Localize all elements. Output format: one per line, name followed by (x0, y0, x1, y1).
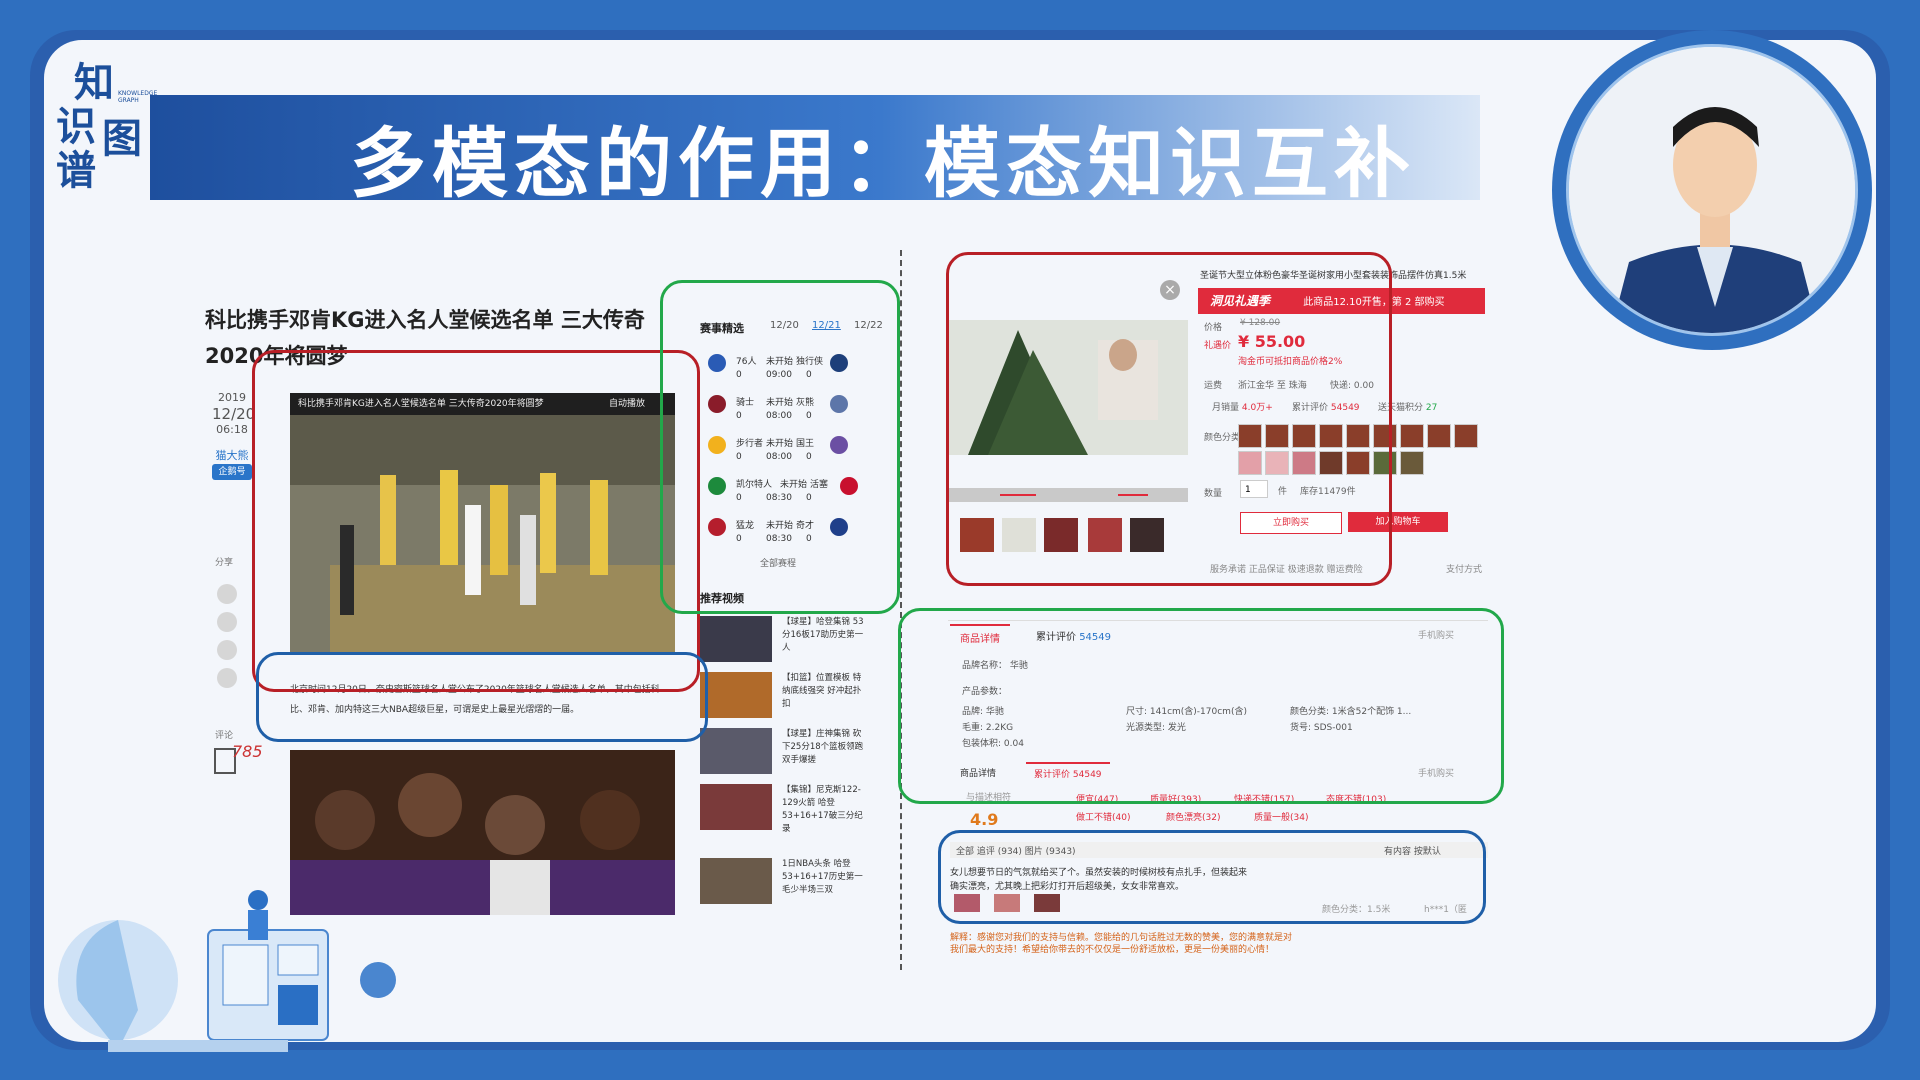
rating-score: 4.9 (970, 810, 999, 829)
color-swatch[interactable] (1400, 424, 1424, 448)
source-badge: 企鹅号 (212, 464, 252, 480)
color-swatch[interactable] (1400, 451, 1424, 475)
logo-char-pu: 谱 (56, 148, 96, 194)
recommended-video[interactable]: 【球星】哈登集锦 53分16板17助历史第一人 (700, 616, 865, 668)
structured-modality-highlight (660, 280, 900, 614)
color-swatch[interactable] (1427, 424, 1451, 448)
article-date: 2019 12/20 06:18 猫大熊 企鹅号 (212, 390, 256, 480)
ai-robot-illustration (58, 890, 396, 1052)
share-qq-icon[interactable] (217, 612, 237, 632)
product-attributes-highlight (898, 608, 1504, 804)
share-weibo-icon[interactable] (217, 668, 237, 688)
video-thumbnail (700, 728, 772, 774)
share-qzone-icon[interactable] (217, 640, 237, 660)
recommended-video[interactable]: 【扣篮】位置模板 特纳底线强突 好冲起扑扣 (700, 672, 865, 724)
date-day: 12/20 (212, 405, 256, 423)
recommended-video[interactable]: 【球星】庄神集锦 砍下25分18个篮板领跑双手爆搓 (700, 728, 865, 780)
panel-divider (900, 250, 902, 970)
product-image-highlight (946, 252, 1392, 586)
date-year: 2019 (218, 391, 246, 404)
review-tag[interactable]: 颜色漂亮(32) (1166, 810, 1220, 823)
date-time: 06:18 (216, 423, 248, 436)
points-value: 27 (1425, 403, 1438, 413)
source-name[interactable]: 猫大熊 (212, 448, 252, 464)
review-text-highlight (938, 830, 1486, 924)
share-label: 分享 (215, 558, 234, 568)
text-modality-highlight (256, 652, 708, 742)
review-tag[interactable]: 质量一般(34) (1254, 810, 1308, 823)
video-thumbnail (700, 616, 772, 662)
video-title: 1日NBA头条 哈登53+16+17历史第一 毛少半场三双 (782, 859, 863, 895)
seller-reply: 解释：感谢您对我们的支持与信赖。您能给的几句话胜过无数的赞美，您的满意就是对我们… (950, 933, 1293, 955)
knowledge-graph-logo: 知 识 图 谱 KNOWLEDGE GRAPH (56, 50, 157, 194)
review-tag[interactable]: 做工不错(40) (1076, 810, 1130, 823)
video-title: 【扣篮】位置模板 特纳底线强突 好冲起扑扣 (782, 673, 862, 709)
video-title: 【球星】庄神集锦 砍下25分18个篮板领跑双手爆搓 (782, 729, 864, 765)
video-thumbnail (700, 784, 772, 830)
video-title: 【集锦】尼克斯122-129火箭 哈登53+16+17破三分纪录 (782, 785, 863, 834)
payment-methods: 支付方式 (1446, 565, 1483, 575)
video-modality-highlight (252, 350, 700, 692)
recommended-video[interactable]: 1日NBA头条 哈登53+16+17历史第一 毛少半场三双 (700, 858, 865, 910)
color-swatch[interactable] (1454, 424, 1478, 448)
recommended-video[interactable]: 【集锦】尼克斯122-129火箭 哈登53+16+17破三分纪录 (700, 784, 865, 836)
presenter-video (1566, 44, 1858, 336)
comment-label: 评论 (215, 731, 234, 741)
presenter-figure (1569, 47, 1855, 333)
logo-char-tu: 图 (102, 116, 142, 162)
video-thumbnail (700, 672, 772, 718)
video-thumbnail (700, 858, 772, 904)
comment-count: 785 (232, 742, 263, 761)
share-wechat-icon[interactable] (217, 584, 237, 604)
slide-title: 多模态的作用：模态知识互补 (350, 119, 1416, 208)
video-title: 【球星】哈登集锦 53分16板17助历史第一人 (782, 617, 864, 653)
